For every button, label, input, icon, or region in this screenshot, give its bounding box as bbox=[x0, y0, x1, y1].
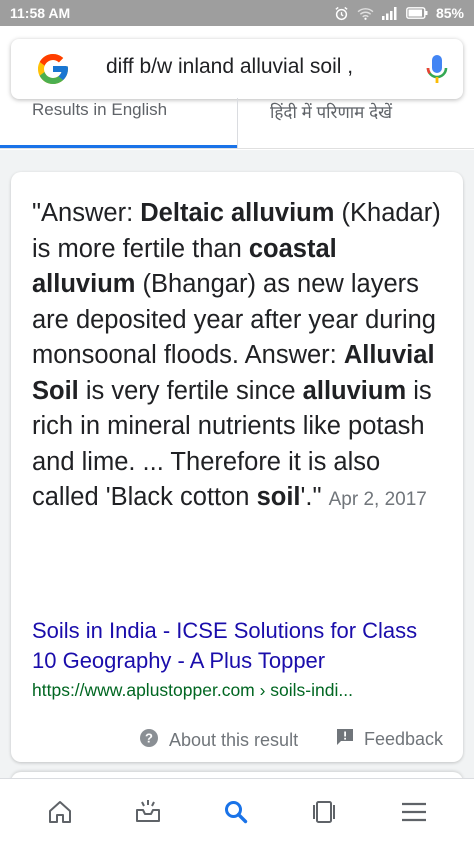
featured-snippet-card: "Answer: Deltaic alluvium (Khadar) is mo… bbox=[11, 172, 463, 762]
google-logo[interactable] bbox=[35, 51, 71, 92]
source-url[interactable]: https://www.aplustopper.com › soils-indi… bbox=[32, 680, 353, 701]
search-icon[interactable] bbox=[221, 797, 251, 827]
alarm-icon bbox=[334, 6, 349, 21]
home-icon[interactable] bbox=[45, 797, 75, 827]
svg-text:?: ? bbox=[145, 731, 153, 746]
tab-results-hindi[interactable]: हिंदी में परिणाम देखें bbox=[238, 98, 474, 150]
snippet-text: "Answer: Deltaic alluvium (Khadar) is mo… bbox=[32, 196, 442, 518]
snippet-segment: "Answer: bbox=[32, 199, 141, 227]
help-icon: ? bbox=[139, 728, 159, 753]
snippet-bold-term: alluvium bbox=[302, 376, 407, 405]
status-icons: 85% bbox=[334, 5, 464, 21]
snippet-bold-term: Deltaic alluvium bbox=[140, 199, 335, 227]
feedback-label: Feedback bbox=[364, 729, 444, 749]
tabs-icon[interactable] bbox=[309, 797, 339, 827]
wifi-icon bbox=[357, 7, 374, 20]
bottom-navigation bbox=[0, 778, 474, 842]
mic-icon[interactable] bbox=[424, 54, 450, 91]
tab-results-english[interactable]: Results in English bbox=[0, 98, 237, 150]
menu-icon[interactable] bbox=[399, 797, 429, 827]
feedback-icon bbox=[336, 728, 354, 751]
snippet-segment: is very fertile since bbox=[78, 376, 303, 405]
search-query-text[interactable]: diff b/w inland alluvial soil , bbox=[106, 55, 353, 79]
battery-icon bbox=[406, 7, 428, 19]
about-label: About this result bbox=[169, 730, 299, 750]
updates-icon[interactable] bbox=[133, 797, 163, 827]
signal-icon bbox=[381, 6, 398, 20]
snippet-segment: '." bbox=[300, 483, 322, 511]
source-title-link[interactable]: Soils in India - ICSE Solutions for Clas… bbox=[32, 616, 442, 676]
language-tabs: Results in English हिंदी में परिणाम देखे… bbox=[0, 98, 474, 150]
search-box[interactable]: diff b/w inland alluvial soil , bbox=[11, 39, 463, 99]
snippet-date: Apr 2, 2017 bbox=[328, 489, 427, 510]
feedback-button[interactable]: Feedback bbox=[336, 728, 443, 751]
about-this-result-button[interactable]: ? About this result bbox=[139, 728, 298, 753]
snippet-bold-term: soil bbox=[256, 483, 301, 511]
status-time: 11:58 AM bbox=[10, 5, 71, 21]
tabs-divider bbox=[0, 148, 474, 149]
battery-percent: 85% bbox=[435, 5, 464, 21]
status-bar: 11:58 AM 85% bbox=[0, 0, 474, 26]
